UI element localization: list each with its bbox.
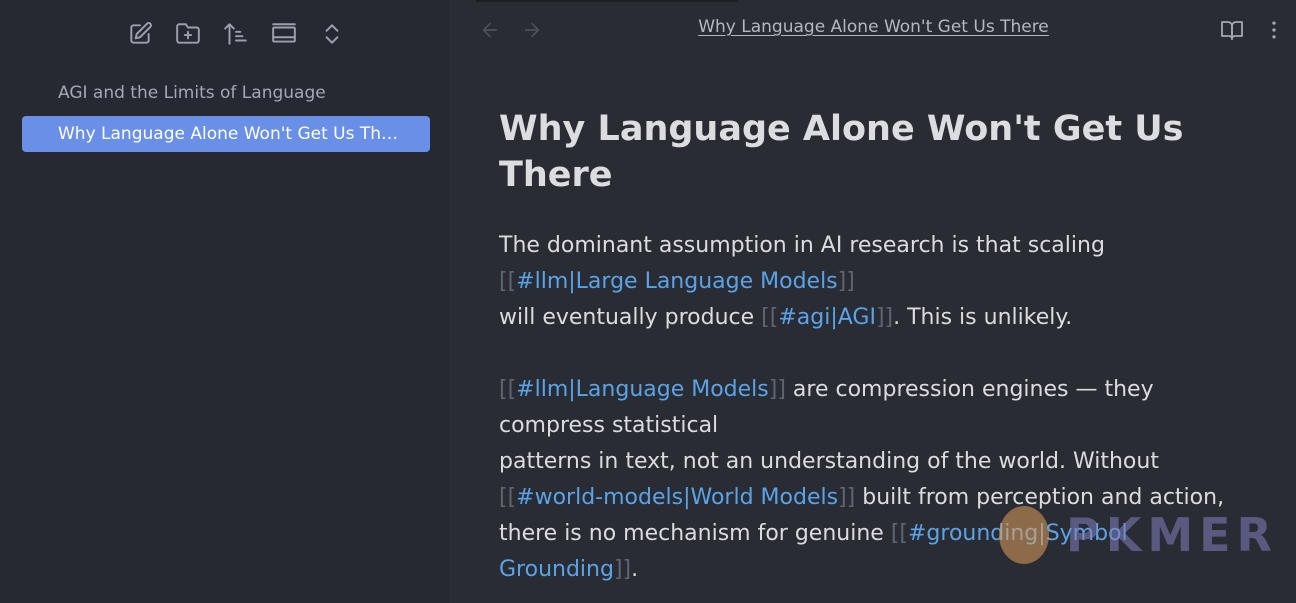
new-note-icon (130, 22, 152, 44)
text: . (631, 557, 639, 582)
link-close-bracket: ]] (875, 305, 894, 330)
more-vertical-icon (1272, 21, 1276, 39)
reading-view-button[interactable] (1220, 18, 1244, 42)
collapse-view-button[interactable] (260, 20, 308, 48)
new-folder-button[interactable] (164, 20, 212, 48)
book-open-icon (1221, 21, 1243, 40)
new-note-button[interactable] (116, 20, 164, 48)
text: . This is unlikely. (893, 305, 1073, 330)
file-item-why-language-active[interactable]: Why Language Alone Won't Get Us There (22, 116, 430, 152)
app-window: AGI and the Limits of Language Why Langu… (0, 0, 1296, 603)
text: The dominant assumption in AI research i… (499, 233, 1105, 258)
text: will eventually produce (499, 305, 762, 330)
editor-pane: Why Language Alone Won't Get Us There Wh… (451, 0, 1296, 603)
link-close-bracket: ]] (768, 377, 786, 402)
link-open-bracket: [[ (499, 377, 517, 402)
wikilink-world-models[interactable]: #world-models|World Models (516, 485, 838, 510)
file-list: AGI and the Limits of Language Why Langu… (22, 75, 430, 157)
expand-collapse-icon (325, 24, 339, 44)
more-options-button[interactable] (1262, 18, 1286, 42)
note-content[interactable]: Why Language Alone Won't Get Us There Th… (499, 106, 1259, 603)
text: patterns in text, not an understanding o… (499, 449, 1159, 474)
view-actions (1220, 18, 1286, 42)
view-header-title[interactable]: Why Language Alone Won't Get Us There (451, 17, 1296, 37)
wikilink-language-models[interactable]: #llm|Language Models (516, 377, 769, 402)
link-open-bracket: [[ (499, 269, 517, 294)
collapse-view-icon (272, 23, 296, 43)
link-close-bracket: ]] (613, 557, 632, 582)
file-explorer-sidebar: AGI and the Limits of Language Why Langu… (0, 0, 451, 603)
file-item-agi-limits[interactable]: AGI and the Limits of Language (22, 75, 430, 111)
wikilink-agi[interactable]: #agi|AGI (778, 305, 876, 330)
paragraph-1: The dominant assumption in AI research i… (499, 228, 1259, 336)
link-close-bracket: ]] (838, 485, 856, 510)
expand-collapse-button[interactable] (308, 20, 356, 48)
new-folder-icon (176, 23, 200, 44)
sort-button[interactable] (212, 20, 260, 48)
paragraph-2: [[#llm|Language Models]] are compression… (499, 372, 1259, 588)
link-open-bracket: [[ (499, 485, 517, 510)
sidebar-toolbar (116, 20, 356, 48)
link-open-bracket: [[ (890, 521, 908, 546)
note-title: Why Language Alone Won't Get Us There (499, 109, 1184, 195)
tab-indicator (476, 0, 738, 2)
link-close-bracket: ]] (837, 269, 855, 294)
sort-icon (224, 23, 247, 45)
link-open-bracket: [[ (761, 305, 779, 330)
wikilink-large-language-models[interactable]: #llm|Large Language Models (516, 269, 837, 294)
